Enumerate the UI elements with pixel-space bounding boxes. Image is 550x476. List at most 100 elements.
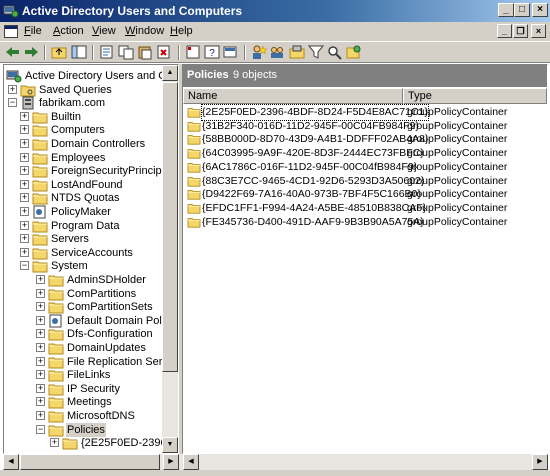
tree-item-foreignsecurityprincipals[interactable]: + ForeignSecurityPrincipals bbox=[4, 164, 164, 178]
tree-item-builtin[interactable]: + Builtin bbox=[4, 110, 164, 124]
scroll-left-button[interactable]: ◀ bbox=[3, 454, 19, 470]
scroll-up-button[interactable]: ▲ bbox=[162, 65, 178, 81]
tree-item-meetings[interactable]: + Meetings bbox=[4, 395, 164, 409]
menu-file[interactable]: File bbox=[24, 25, 42, 37]
hscroll-thumb[interactable] bbox=[20, 454, 160, 470]
maximize-button[interactable]: □ bbox=[514, 3, 530, 17]
tree-item-computers[interactable]: + Computers bbox=[4, 123, 164, 137]
expand-icon[interactable]: + bbox=[36, 302, 45, 312]
tree-item-ntds-quotas[interactable]: + NTDS Quotas bbox=[4, 191, 164, 205]
expand-icon[interactable]: + bbox=[20, 166, 29, 176]
tree-item-file-replication-service[interactable]: + File Replication Service bbox=[4, 355, 164, 369]
help-icon[interactable]: ? bbox=[203, 44, 221, 60]
expand-icon[interactable]: + bbox=[36, 315, 45, 325]
details-pane[interactable]: Policies 9 objects Name Type {2E25F0ED-2… bbox=[182, 64, 548, 454]
menu-help[interactable]: Help bbox=[170, 25, 193, 37]
expand-icon[interactable]: + bbox=[36, 329, 45, 339]
expand-icon[interactable]: + bbox=[36, 383, 45, 393]
minimize-button[interactable]: _ bbox=[498, 3, 514, 17]
expand-icon[interactable]: + bbox=[36, 288, 45, 298]
show-tree-icon[interactable] bbox=[70, 44, 88, 60]
mdi-close-button[interactable]: × bbox=[531, 24, 546, 38]
tree-item-compartitions[interactable]: + ComPartitions bbox=[4, 287, 164, 301]
scroll-right-button[interactable]: ▶ bbox=[532, 454, 548, 470]
close-button[interactable]: × bbox=[532, 3, 548, 17]
cut-icon[interactable] bbox=[98, 44, 116, 60]
list-item[interactable]: {FE345736-D400-491D-AAF9-9B3B90A5A75A} gr… bbox=[183, 215, 547, 230]
expand-icon[interactable]: + bbox=[50, 438, 59, 448]
paste-icon[interactable] bbox=[136, 44, 154, 60]
tree-item-adminsdholder[interactable]: + AdminSDHolder bbox=[4, 273, 164, 287]
add-to-group-icon[interactable] bbox=[345, 44, 363, 60]
new-ou-icon[interactable] bbox=[288, 44, 306, 60]
expand-icon[interactable]: + bbox=[20, 207, 29, 216]
expand-icon[interactable]: + bbox=[20, 111, 29, 121]
tree-item-filelinks[interactable]: + FileLinks bbox=[4, 368, 164, 382]
collapse-icon[interactable]: − bbox=[20, 261, 29, 271]
tree-item-saved-queries[interactable]: + Saved Queries bbox=[4, 83, 164, 97]
tree-item-domain-controllers[interactable]: + Domain Controllers bbox=[4, 137, 164, 151]
horizontal-scrollbar[interactable]: ◀ ▶ ◀ ▶ bbox=[3, 454, 548, 470]
menu-view[interactable]: View bbox=[92, 25, 116, 37]
tree-item-employees[interactable]: + Employees bbox=[4, 151, 164, 165]
tree-item-domain[interactable]: − fabrikam.com bbox=[4, 96, 164, 110]
expand-icon[interactable]: + bbox=[20, 220, 29, 230]
tree-item-lostandfound[interactable]: + LostAndFound bbox=[4, 178, 164, 192]
tree-item-system[interactable]: − System bbox=[4, 259, 164, 273]
expand-icon[interactable]: + bbox=[20, 247, 29, 257]
properties-icon[interactable] bbox=[184, 44, 202, 60]
console-tree-pane[interactable]: Active Directory Users and Computers + Sav… bbox=[3, 64, 179, 454]
column-header-name[interactable]: Name bbox=[183, 88, 403, 104]
tree-item-ip-security[interactable]: + IP Security bbox=[4, 382, 164, 396]
folder-icon bbox=[32, 112, 48, 124]
tree-item-compartitionsets[interactable]: + ComPartitionSets bbox=[4, 300, 164, 314]
expand-icon[interactable]: + bbox=[20, 234, 29, 244]
delete-icon[interactable] bbox=[155, 44, 173, 60]
tree-item-policy-child[interactable]: + {2E25F0ED-2396 bbox=[4, 436, 164, 450]
back-arrow-icon[interactable] bbox=[4, 44, 22, 60]
tree-vertical-scrollbar[interactable]: ▲ ▼ bbox=[162, 65, 178, 453]
tree-root[interactable]: Active Directory Users and Computers bbox=[4, 69, 164, 83]
menu-action[interactable]: Action bbox=[53, 25, 84, 37]
copy-icon[interactable] bbox=[117, 44, 135, 60]
tree-item-dfs-configuration[interactable]: + Dfs-Configuration bbox=[4, 327, 164, 341]
mdi-minimize-button[interactable]: _ bbox=[497, 24, 512, 38]
collapse-icon[interactable]: − bbox=[36, 424, 45, 434]
new-user-icon[interactable] bbox=[250, 44, 268, 60]
tree-scroll-right-button[interactable]: ▶ bbox=[163, 454, 179, 470]
expand-icon[interactable]: + bbox=[20, 179, 29, 189]
expand-icon[interactable]: + bbox=[8, 84, 17, 94]
scroll-thumb[interactable] bbox=[162, 82, 178, 372]
tree-item-program-data[interactable]: + Program Data bbox=[4, 219, 164, 233]
export-icon[interactable] bbox=[222, 44, 240, 60]
tree-item-default-domain-policy[interactable]: + Default Domain Policy bbox=[4, 314, 164, 328]
mdi-restore-button[interactable]: ❐ bbox=[513, 24, 528, 38]
tree-item-policies[interactable]: − Policies bbox=[4, 422, 164, 437]
expand-icon[interactable]: + bbox=[20, 125, 29, 135]
tree-item-microsoftdns[interactable]: + MicrosoftDNS bbox=[4, 409, 164, 423]
expand-icon[interactable]: + bbox=[36, 275, 45, 284]
menu-window[interactable]: Window bbox=[125, 25, 164, 37]
up-folder-icon[interactable] bbox=[50, 44, 68, 60]
forward-arrow-icon[interactable] bbox=[22, 44, 40, 60]
expand-icon[interactable]: + bbox=[20, 152, 29, 162]
tree-item-domainupdates[interactable]: + DomainUpdates bbox=[4, 341, 164, 355]
tree-item-policymaker[interactable]: + PolicyMaker bbox=[4, 205, 164, 219]
tree-node-label: Computers bbox=[51, 124, 105, 137]
expand-icon[interactable]: + bbox=[20, 139, 29, 148]
tree-item-serviceaccounts[interactable]: + ServiceAccounts bbox=[4, 246, 164, 260]
column-header-type[interactable]: Type bbox=[403, 88, 547, 104]
collapse-icon[interactable]: − bbox=[8, 98, 17, 108]
scroll-down-button[interactable]: ▼ bbox=[162, 437, 178, 453]
new-group-icon[interactable] bbox=[269, 44, 287, 60]
expand-icon[interactable]: + bbox=[36, 411, 45, 420]
expand-icon[interactable]: + bbox=[36, 397, 45, 407]
details-scroll-left-button[interactable]: ◀ bbox=[183, 454, 199, 470]
tree-item-servers[interactable]: + Servers bbox=[4, 232, 164, 246]
filter-icon[interactable] bbox=[307, 44, 325, 60]
expand-icon[interactable]: + bbox=[36, 356, 45, 366]
expand-icon[interactable]: + bbox=[36, 343, 45, 352]
find-icon[interactable] bbox=[326, 44, 344, 60]
expand-icon[interactable]: + bbox=[36, 370, 45, 380]
expand-icon[interactable]: + bbox=[20, 193, 29, 203]
